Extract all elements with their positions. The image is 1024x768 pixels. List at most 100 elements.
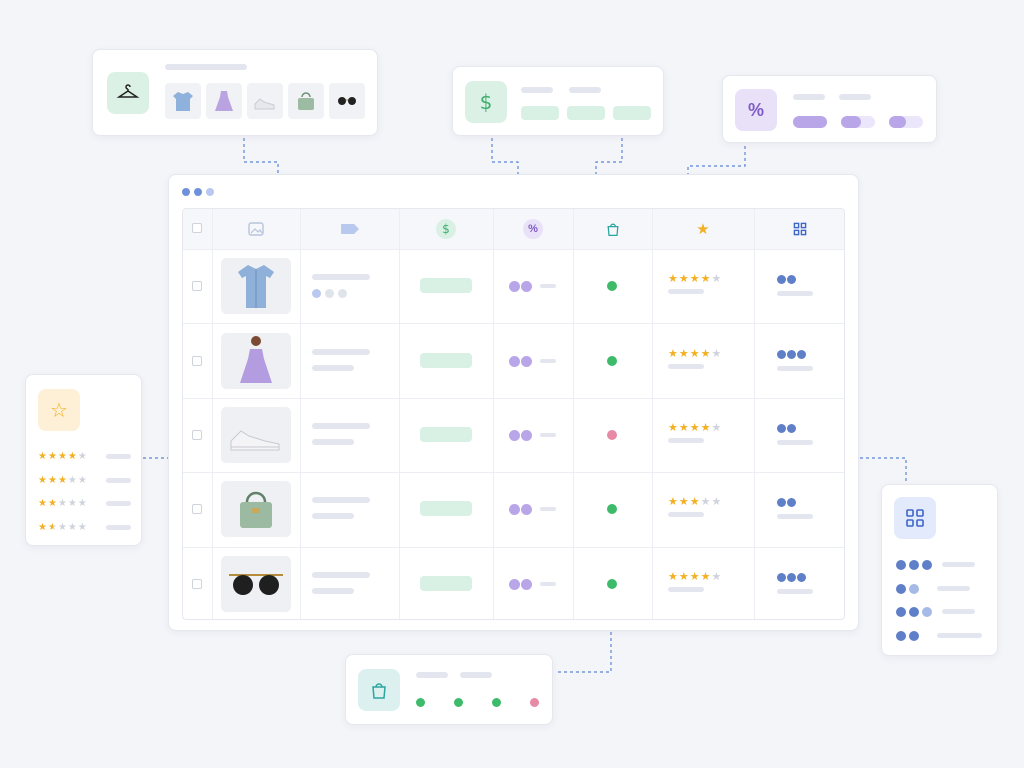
category-filter-bar (937, 585, 970, 591)
category-filter-dot (896, 630, 906, 641)
rating-filter-card: ☆ ★★★★★ ★★★★★ ★★★★★ ★★★★★ (25, 374, 142, 546)
row-divider (183, 546, 844, 548)
category-dot (787, 424, 796, 433)
header-star-icon[interactable]: ★ (652, 209, 754, 249)
row-checkbox[interactable] (192, 355, 202, 366)
column-divider (493, 209, 494, 619)
select-all-checkbox[interactable] (192, 223, 202, 233)
dollar-icon: $ (465, 81, 507, 123)
category-filter-dot (909, 630, 919, 641)
rating-stars: ★★★★★ (668, 421, 723, 434)
row-checkbox[interactable] (192, 504, 202, 515)
thumb-handbag[interactable] (288, 83, 324, 119)
row-checkbox[interactable] (192, 281, 202, 292)
category-dot (787, 498, 796, 508)
category-dot (777, 572, 786, 582)
stock-status-dot (607, 430, 617, 440)
category-placeholder (777, 588, 813, 594)
header-percent-icon[interactable]: % (493, 209, 573, 249)
stock-status-dot (607, 504, 617, 515)
category-filter-dot (909, 583, 919, 594)
rating-filter-stars[interactable]: ★★★★★ (38, 498, 88, 509)
product-image-sunglasses[interactable] (221, 555, 291, 612)
category-dot (777, 424, 786, 433)
discount-dot (509, 504, 520, 516)
stock-filter-dot[interactable] (530, 698, 539, 707)
thumb-shirt[interactable] (165, 83, 201, 119)
category-filter-bar (942, 609, 975, 614)
price-placeholder (420, 278, 472, 294)
column-divider (573, 209, 574, 619)
stock-filter-dot[interactable] (492, 698, 501, 707)
rating-count-placeholder (668, 289, 704, 295)
row-checkbox[interactable] (192, 430, 202, 440)
category-filter-dot (922, 560, 932, 570)
rating-count-placeholder (668, 512, 704, 518)
header-dollar-icon[interactable]: $ (399, 209, 493, 249)
category-filter-dot (896, 583, 906, 594)
rating-count-placeholder (668, 363, 704, 369)
category-dot (777, 349, 786, 359)
category-filter-dot (909, 560, 919, 570)
rating-stars: ★★★★★ (668, 272, 723, 286)
stock-filter-dot[interactable] (416, 698, 425, 707)
product-sku-placeholder (312, 364, 354, 371)
discount-dot (509, 578, 520, 590)
rating-filter-bar (106, 501, 131, 506)
discount-bar (540, 581, 556, 586)
discount-bar (540, 433, 556, 437)
thumb-dress[interactable] (206, 83, 242, 119)
thumb-sunglasses[interactable] (329, 83, 365, 119)
product-image-sneakers[interactable] (221, 407, 291, 463)
rating-filter-stars[interactable]: ★★★★★ (38, 522, 88, 533)
variant-dot (338, 289, 347, 299)
product-sku-placeholder (312, 587, 354, 594)
price-card: $ (452, 66, 664, 136)
percent-icon: % (735, 89, 777, 131)
category-filter-dot (922, 607, 932, 617)
column-divider (652, 209, 653, 619)
rating-filter-bar (106, 477, 131, 483)
price-placeholder (420, 352, 472, 368)
discount-card: % (722, 75, 937, 143)
rating-filter-stars[interactable]: ★★★★★ (38, 451, 88, 462)
discount-dot (509, 281, 520, 293)
window-dot (206, 188, 214, 196)
category-filter-bar (942, 562, 975, 567)
product-table-window: $% ★ ★★★★★ ★★★★★ ★★★★★ ★★★★★ ★★★★★ (168, 174, 859, 631)
hanger-icon (107, 72, 149, 114)
price-placeholder (420, 427, 472, 442)
discount-bar (540, 507, 556, 512)
column-divider (212, 209, 213, 619)
category-placeholder (777, 365, 813, 371)
row-divider (183, 249, 844, 250)
product-image-handbag[interactable] (221, 481, 291, 538)
row-checkbox[interactable] (192, 578, 202, 589)
stock-filter-dot[interactable] (454, 698, 463, 707)
header-image-icon[interactable] (212, 209, 300, 249)
discount-dot (521, 355, 532, 367)
rating-stars: ★★★★★ (668, 495, 723, 509)
product-image-shirt[interactable] (221, 258, 291, 315)
thumb-sneakers[interactable] (247, 83, 283, 119)
header-grid-icon[interactable] (754, 209, 844, 249)
price-placeholder (420, 501, 472, 517)
category-dot (787, 275, 796, 285)
row-divider (183, 397, 844, 399)
product-image-dress[interactable] (221, 332, 291, 389)
rating-count-placeholder (668, 438, 704, 443)
category-dot (797, 349, 806, 359)
rating-stars: ★★★★★ (668, 569, 723, 583)
stock-status-card (345, 654, 553, 725)
rating-filter-bar (106, 454, 131, 459)
bag-icon (358, 669, 400, 711)
stock-status-dot (607, 281, 617, 292)
window-dot (194, 188, 202, 196)
price-placeholder (420, 575, 472, 591)
category-dot (777, 498, 786, 508)
rating-filter-stars[interactable]: ★★★★★ (38, 475, 88, 486)
header-tag-icon[interactable] (300, 209, 399, 249)
discount-bar (540, 284, 556, 289)
header-bag-icon[interactable] (573, 209, 652, 249)
category-card (881, 484, 998, 656)
